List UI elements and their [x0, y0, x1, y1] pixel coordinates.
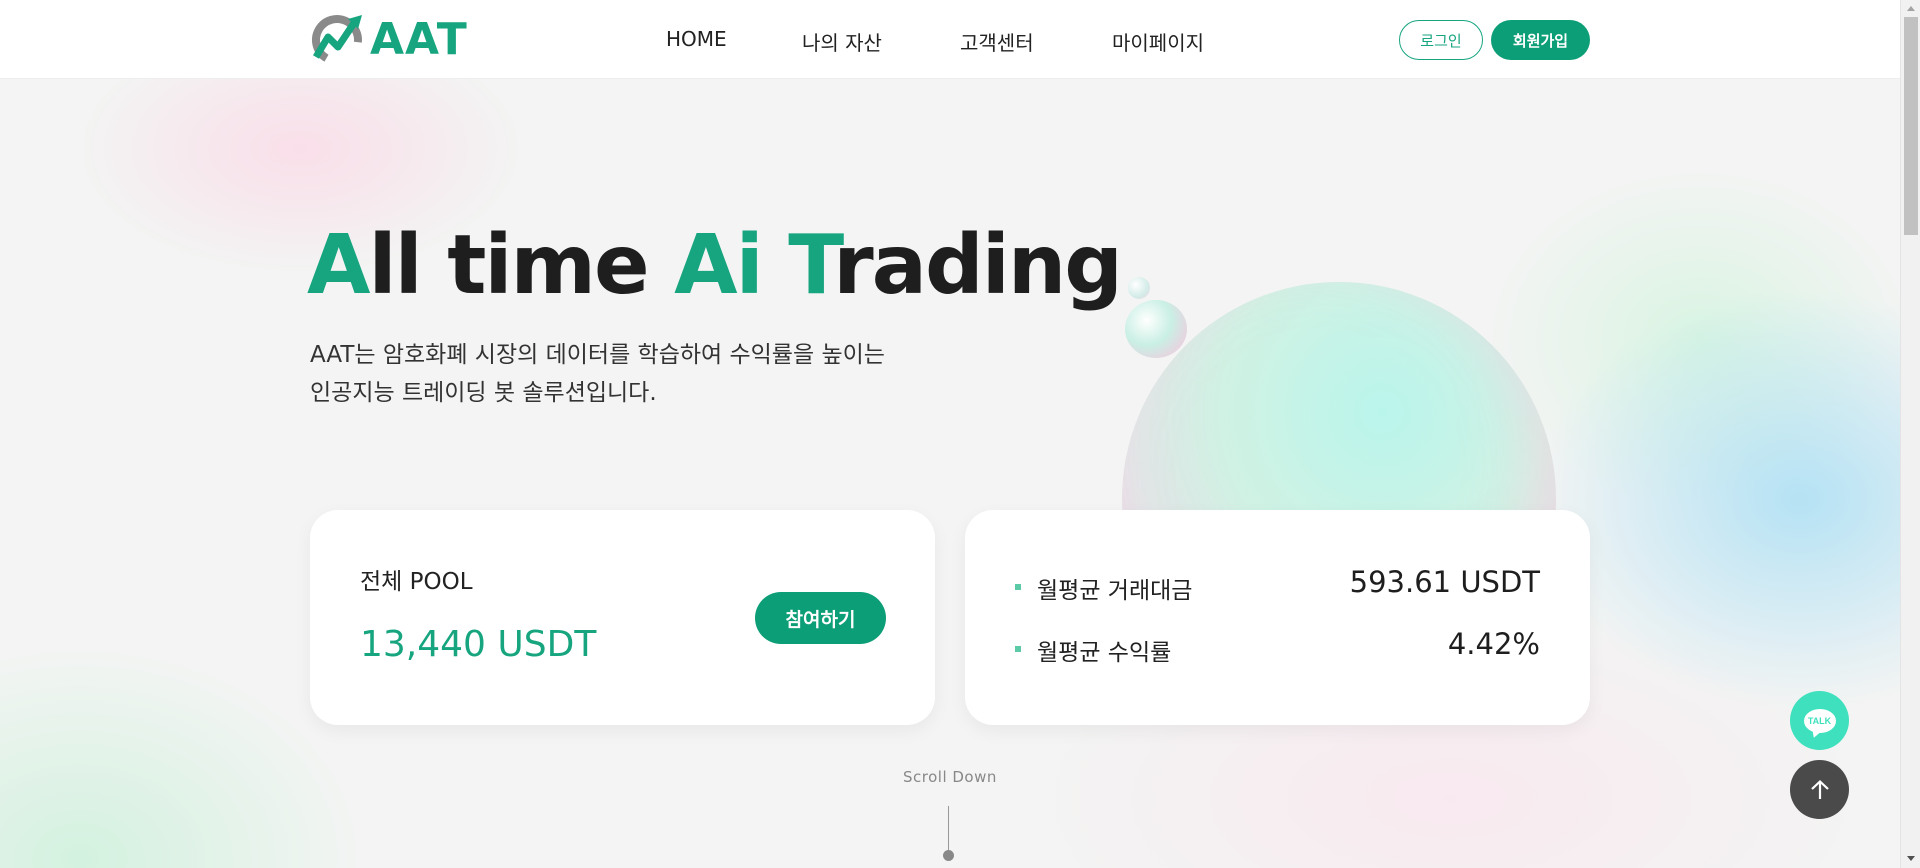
scrollbar-thumb[interactable]	[1904, 17, 1918, 235]
hero-title-part: T	[788, 218, 835, 313]
stat-row: 월평균 수익률 4.42%	[1015, 627, 1540, 667]
hero-title-part	[762, 218, 789, 313]
hero-title-part: rading	[833, 218, 1123, 313]
pool-card: 전체 POOL 13,440 USDT 참여하기	[310, 510, 935, 725]
login-button[interactable]: 로그인	[1399, 20, 1483, 60]
nav-item-home[interactable]: HOME	[666, 27, 727, 51]
hero-subtitle-line: AAT는 암호화폐 시장의 데이터를 학습하여 수익률을 높이는	[310, 342, 885, 368]
scroll-to-top-button[interactable]	[1790, 760, 1849, 819]
hero-title-part: ll time	[368, 218, 675, 313]
scroll-down-label[interactable]: Scroll Down	[903, 768, 997, 786]
nav-item-mypage[interactable]: 마이페이지	[1112, 27, 1204, 56]
nav-item-customer-center[interactable]: 고객센터	[960, 27, 1034, 56]
hero-title-part: A	[307, 218, 370, 313]
logo[interactable]: AAT	[310, 13, 468, 65]
stat-value: 4.42%	[1447, 627, 1540, 661]
bullet-icon	[1015, 646, 1021, 652]
scroll-down-arrow-icon[interactable]	[1907, 856, 1915, 861]
decorative-bubble-small	[1125, 300, 1187, 358]
talk-label: TALK	[1807, 715, 1832, 726]
join-button[interactable]: 참여하기	[755, 592, 886, 644]
scroll-down-line	[948, 806, 949, 854]
decorative-bubble-tiny	[1128, 277, 1150, 299]
scroll-up-arrow-icon[interactable]	[1907, 6, 1915, 11]
hero-title: All time Ai Trading	[307, 218, 1123, 313]
pool-label: 전체 POOL	[360, 569, 473, 595]
logo-text: AAT	[370, 13, 468, 65]
chat-bubble-icon: TALK	[1803, 708, 1836, 733]
kakao-talk-button[interactable]: TALK	[1790, 691, 1849, 750]
site-header: AAT HOME 나의 자산 고객센터 마이페이지 로그인 회원가입	[0, 0, 1900, 79]
stat-label: 월평균 수익률	[1037, 640, 1172, 666]
stats-card: 월평균 거래대금 593.61 USDT 월평균 수익률 4.42%	[965, 510, 1590, 725]
scroll-down-dot	[943, 850, 954, 861]
stat-value: 593.61 USDT	[1349, 565, 1540, 599]
arrow-up-icon	[1810, 779, 1829, 799]
nav-item-my-assets[interactable]: 나의 자산	[802, 27, 882, 56]
stat-label: 월평균 거래대금	[1037, 578, 1193, 604]
hero-subtitle: AAT는 암호화폐 시장의 데이터를 학습하여 수익률을 높이는 인공지능 트레…	[310, 336, 885, 412]
hero-title-part: Ai	[674, 218, 764, 313]
signup-button[interactable]: 회원가입	[1491, 20, 1590, 60]
stat-row: 월평균 거래대금 593.61 USDT	[1015, 565, 1540, 605]
page-scrollbar[interactable]	[1900, 0, 1920, 868]
hero-background	[0, 79, 1900, 868]
bullet-icon	[1015, 584, 1021, 590]
pool-value: 13,440 USDT	[360, 624, 597, 665]
chart-arrow-logo-icon	[312, 15, 362, 65]
hero-subtitle-line: 인공지능 트레이딩 봇 솔루션입니다.	[310, 380, 657, 406]
